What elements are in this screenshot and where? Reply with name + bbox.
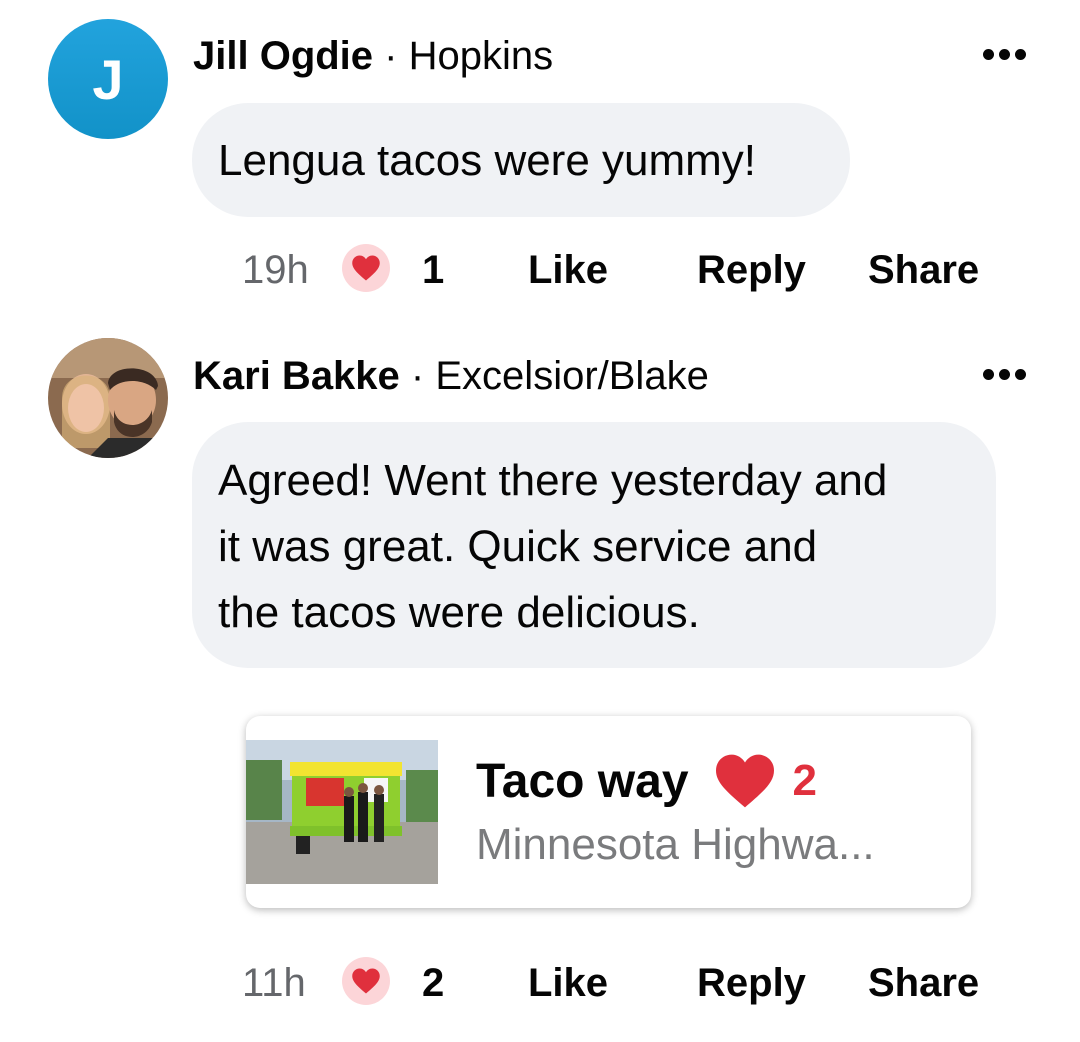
- author-location: Hopkins: [408, 34, 554, 78]
- comment-actions: 19h 1 Like Reply Share: [242, 240, 1042, 300]
- author-separator: ·: [384, 34, 398, 78]
- comment-author-line: Kari Bakke · Excelsior/Blake: [193, 354, 709, 399]
- more-options-icon[interactable]: [983, 369, 1026, 380]
- location-attachment-card[interactable]: Taco way 2 Minnesota Highwa...: [246, 716, 971, 908]
- heart-icon: [715, 754, 774, 808]
- like-button[interactable]: Like: [528, 248, 608, 293]
- comment-author-line: Jill Ogdie · Hopkins: [193, 34, 553, 79]
- comment-bubble: Agreed! Went there yesterday and it was …: [192, 422, 996, 668]
- comment-bubble: Lengua tacos were yummy!: [192, 103, 850, 217]
- like-button[interactable]: Like: [528, 961, 608, 1006]
- attachment-subtitle: Minnesota Highwa...: [476, 820, 875, 869]
- avatar-letter: J: [92, 47, 124, 111]
- avatar-jill[interactable]: J: [48, 19, 168, 139]
- author-name[interactable]: Jill Ogdie: [193, 34, 373, 78]
- comment-timestamp[interactable]: 19h: [242, 248, 309, 293]
- comment-timestamp[interactable]: 11h: [242, 961, 306, 1006]
- comment-actions: 11h 2 Like Reply Share: [242, 953, 1042, 1013]
- location-photo: [246, 740, 438, 884]
- more-options-icon[interactable]: [983, 49, 1026, 60]
- reply-button[interactable]: Reply: [697, 248, 806, 293]
- reaction-count[interactable]: 1: [422, 248, 444, 293]
- share-button[interactable]: Share: [868, 248, 979, 293]
- author-name[interactable]: Kari Bakke: [193, 354, 400, 398]
- attachment-title: Taco way: [476, 754, 689, 808]
- author-location: Excelsior/Blake: [435, 354, 709, 398]
- share-button[interactable]: Share: [868, 961, 979, 1006]
- comments-thread: J Jill Ogdie · Hopkins Lengua tacos were…: [0, 0, 1080, 1042]
- heart-icon[interactable]: [342, 244, 390, 292]
- attachment-heart-count: 2: [792, 756, 818, 805]
- author-separator: ·: [410, 354, 425, 398]
- comment-text: Agreed! Went there yesterday and it was …: [218, 456, 888, 637]
- attachment-title-row: Taco way 2: [476, 752, 817, 810]
- comment-text: Lengua tacos were yummy!: [218, 136, 757, 185]
- reaction-count[interactable]: 2: [422, 961, 444, 1006]
- heart-icon[interactable]: [342, 957, 390, 1005]
- reply-button[interactable]: Reply: [697, 961, 806, 1006]
- avatar-kari[interactable]: [48, 338, 168, 458]
